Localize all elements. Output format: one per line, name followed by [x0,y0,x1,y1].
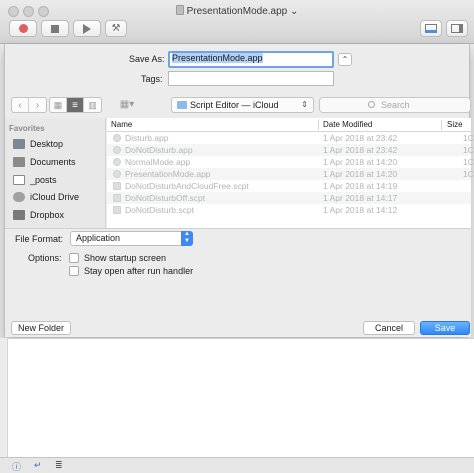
applescript-app-icon [113,158,121,166]
forward-button[interactable]: › [29,98,46,112]
window-title: PresentationMode.app ⌄ [0,5,474,17]
file-row: DoNotDisturbAndCloudFree.scpt 1 Apr 2018 … [107,180,471,192]
bottom-status-bar: ⓘ ↵ ≣ [0,457,474,473]
stay-open-label: Stay open after run handler [84,266,194,276]
document-icon [175,5,184,15]
applescript-app-icon [113,170,121,178]
applescript-app-icon [113,146,121,154]
save-as-input[interactable]: PresentationMode.app [168,51,334,68]
file-list-header: Name Date Modified Size [107,118,471,132]
save-as-label: Save As: [129,54,165,64]
stop-button[interactable] [41,20,69,37]
sidebar-item-documents[interactable]: Documents [13,155,76,169]
list-icon[interactable]: ≣ [55,460,63,471]
save-dialog: Save As: PresentationMode.app ⌃ Tags: ‹ … [4,44,474,337]
record-icon [18,24,28,33]
column-header-size[interactable]: Size [447,120,463,129]
file-row: Disturb.app 1 Apr 2018 at 23:42 1C [107,132,474,144]
folder-icon [177,101,187,109]
sidebar-item-icloud-drive[interactable]: iCloud Drive [13,190,79,204]
list-icon: ≡ [72,99,78,111]
column-divider[interactable] [441,120,442,130]
sidebar: Favorites Desktop Documents _posts iClou… [5,118,106,228]
chevron-updown-icon: ▲ ▼ [181,231,193,246]
view-mode-control: ▦ ≡ ▥ [49,97,102,113]
options-label: Options: [28,253,62,263]
columns-icon: ▥ [88,99,97,110]
show-startup-screen-checkbox[interactable] [69,253,79,263]
script-document-icon [113,182,121,190]
search-input[interactable]: Search [319,97,471,113]
new-folder-button[interactable]: New Folder [11,321,71,335]
file-list: Name Date Modified Size Disturb.app 1 Apr… [107,118,474,228]
documents-icon [13,157,25,167]
info-icon[interactable]: ⓘ [12,460,21,473]
file-row: DoNotDisturb.app 1 Apr 2018 at 23:42 1C [107,144,474,156]
editor-gutter [0,338,8,457]
script-document-icon [113,194,121,202]
back-forward-control: ‹ › [11,97,47,113]
chevron-updown-icon: ⇕ [301,100,308,109]
arrange-icon: ▦▾ [119,98,135,110]
show-inspector-button[interactable] [446,20,468,37]
location-popup[interactable]: Script Editor — iCloud ⇕ [171,97,314,113]
location-label: Script Editor — iCloud [190,100,279,110]
cancel-button[interactable]: Cancel [363,321,415,335]
sidebar-item-desktop[interactable]: Desktop [13,137,63,151]
grid-icon: ▦ [53,99,63,110]
tags-label: Tags: [141,74,163,84]
hammer-icon: ⚒ [111,23,121,34]
sidebar-header: Favorites [9,124,45,133]
sidebar-pane-icon [451,24,463,33]
file-row: NormalMode.app 1 Apr 2018 at 14:20 1C [107,156,474,168]
desktop-icon [13,139,25,149]
compile-button[interactable]: ⚒ [105,20,127,37]
script-editor-area[interactable] [0,338,474,457]
dropbox-icon [13,210,25,220]
show-startup-screen-label: Show startup screen [84,253,167,263]
column-view-button[interactable]: ▥ [84,98,101,112]
search-icon [368,101,375,108]
icloud-icon [13,192,25,202]
expand-dialog-button[interactable]: ⌃ [338,53,352,66]
stop-icon [51,24,59,33]
list-view-button[interactable]: ≡ [67,98,84,112]
chevron-down-icon[interactable]: ⌄ [290,6,298,17]
file-format-label: File Format: [15,234,64,244]
folder-icon [13,175,25,185]
stay-open-checkbox[interactable] [69,266,79,276]
tags-input[interactable] [168,71,334,86]
applescript-app-icon [113,134,121,142]
search-placeholder: Search [381,100,410,110]
log-pane-icon [425,24,437,33]
file-row: DoNotDisturbOff.scpt 1 Apr 2018 at 14:17 [107,192,471,204]
save-button[interactable]: Save [420,321,470,335]
save-options-panel: File Format: Application ▲ ▼ Options: Sho… [5,228,471,337]
arrange-control[interactable]: ▦▾ [115,97,139,113]
return-icon[interactable]: ↵ [34,460,42,471]
script-document-icon [113,206,121,214]
show-log-button[interactable] [420,20,442,37]
window-toolbar: PresentationMode.app ⌄ ⚒ [0,0,474,44]
run-button[interactable] [73,20,101,37]
column-header-name[interactable]: Name [111,120,132,129]
file-format-select[interactable]: Application ▲ ▼ [70,231,193,246]
file-row: DoNotDisturb.scpt 1 Apr 2018 at 14:12 [107,204,471,216]
column-header-date[interactable]: Date Modified [323,120,372,129]
back-button[interactable]: ‹ [12,98,29,112]
icon-view-button[interactable]: ▦ [50,98,67,112]
play-icon [83,23,91,34]
file-row: PresentationMode.app 1 Apr 2018 at 14:20 1… [107,168,474,180]
sidebar-item-posts[interactable]: _posts [13,173,57,187]
column-divider[interactable] [318,120,319,130]
record-button[interactable] [9,20,37,37]
sidebar-item-dropbox[interactable]: Dropbox [13,208,64,222]
